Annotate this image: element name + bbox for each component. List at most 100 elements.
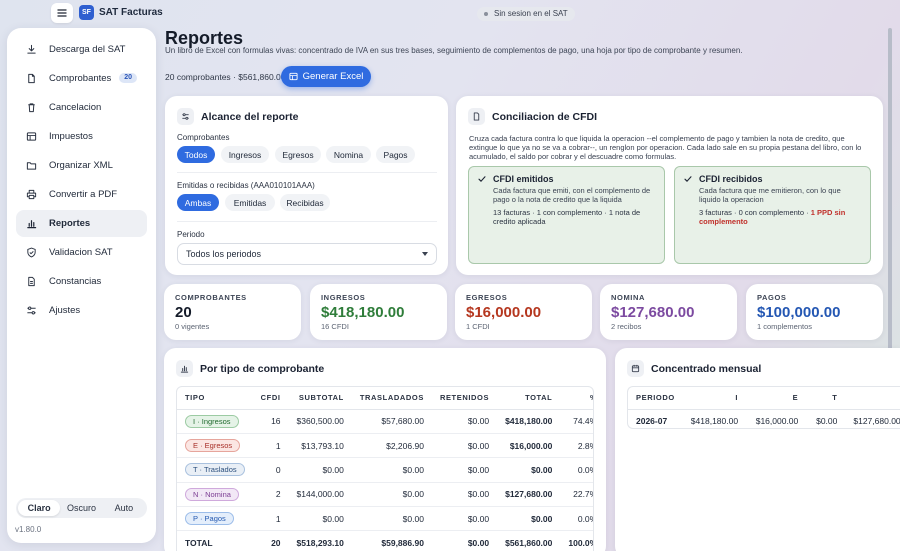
subtotal-cell: $13,793.10 (288, 433, 352, 459)
filter-chip-egresos[interactable]: Egresos (275, 146, 321, 163)
page-subtitle: Un libro de Excel con formulas vivas: co… (165, 46, 743, 55)
shield-check-icon (27, 247, 36, 258)
pct-cell: 0.0% (560, 506, 593, 532)
generate-excel-label: Generar Excel (302, 71, 364, 82)
sidebar-item-descarga[interactable]: Descarga del SAT (16, 36, 147, 63)
trasladados-cell: $59,886.90 (381, 538, 424, 549)
filter-chip-ambas[interactable]: Ambas (177, 194, 219, 211)
sidebar-item-reportes[interactable]: Reportes (16, 210, 147, 237)
sidebar-item-constancias[interactable]: Constancias (16, 268, 147, 295)
extra-cell: $127,680.00 (853, 416, 900, 427)
e-cell: $16,000.00 (755, 416, 799, 427)
t-cell: $0.00 (816, 416, 838, 427)
retenidos-cell: $0.00 (431, 433, 498, 459)
column-header: RETENIDOS (431, 387, 498, 410)
filter-chip-emitidas[interactable]: Emitidas (225, 194, 275, 211)
sidebar-item-label: Ajustes (49, 305, 81, 316)
sidebar-item-label: Validacion SAT (49, 247, 113, 258)
por-tipo-title: Por tipo de comprobante (200, 362, 325, 375)
table-icon (26, 132, 37, 141)
app-version: v1.80.0 (15, 525, 42, 534)
total-cell: $418,180.00 (497, 409, 561, 434)
tipo-cell: I · Ingresos (177, 409, 253, 434)
sidebar-item-validacion-sat[interactable]: Validacion SAT (16, 239, 147, 266)
column-header: TOTAL (497, 387, 561, 410)
theme-option-auto[interactable]: Auto (103, 500, 145, 516)
pct-cell: 22.7% (560, 482, 593, 508)
table-row[interactable]: E · Egresos 1 $13,793.10 $2,206.90 $0.00… (177, 433, 593, 459)
column-header: CFDI (252, 387, 289, 410)
column-header-extra (845, 387, 900, 410)
calendar-icon (627, 360, 644, 377)
sidebar-item-ajustes[interactable]: Ajustes (16, 297, 147, 324)
cfdi-recibidos-title: CFDI recibidos (699, 174, 763, 184)
tipo-pill: N · Nomina (185, 487, 239, 501)
column-header: SUBTOTAL (288, 387, 352, 410)
sidebar-item-label: Descarga del SAT (49, 44, 126, 55)
mensual-header: Concentrado mensual (627, 360, 761, 377)
periodo-select[interactable]: Todos los periodos (177, 243, 437, 265)
divider (177, 172, 437, 173)
table-row[interactable]: N · Nomina 2 $144,000.00 $0.00 $0.00 $12… (177, 482, 593, 508)
stat-value: $127,680.00 (611, 304, 695, 321)
cfdi-recibidos-stat-text: 3 facturas · 0 con complemento · (699, 208, 811, 217)
folder-icon (26, 162, 37, 170)
menu-toggle-button[interactable] (51, 3, 73, 23)
filter-chip-ingresos[interactable]: Ingresos (221, 146, 269, 163)
por-tipo-table: TIPO CFDI SUBTOTAL TRASLADADOS RETENIDOS… (177, 387, 593, 551)
sidebar-item-organizar-xml[interactable]: Organizar XML (16, 152, 147, 179)
pct-cell: 0.0% (560, 457, 593, 483)
column-header: TIPO (177, 387, 253, 410)
check-icon (684, 176, 692, 182)
subtotal-cell: $144,000.00 (288, 482, 352, 508)
subtotal-cell: $0.00 (288, 506, 352, 532)
alcance-header: Alcance del reporte (177, 108, 298, 125)
sidebar-item-impuestos[interactable]: Impuestos (16, 123, 147, 150)
cfdi-recibidos-text: Cada factura que me emitieron, con lo qu… (699, 186, 841, 204)
subtotal-cell: $360,500.00 (288, 409, 352, 434)
table-row[interactable]: I · Ingresos 16 $360,500.00 $57,680.00 $… (177, 409, 593, 434)
sidebar-item-cancelacion[interactable]: Cancelacion (16, 94, 147, 121)
cfdi-emitidos-text: Cada factura que emiti, con el complemen… (493, 186, 651, 204)
alcance-title: Alcance del reporte (201, 110, 299, 123)
session-status-text: Sin sesion en el SAT (494, 9, 568, 18)
tipo-cell: N · Nomina (177, 482, 253, 508)
theme-option-claro[interactable]: Claro (18, 500, 61, 516)
sliders-icon (27, 306, 36, 315)
file-text-icon (28, 276, 35, 287)
hamburger-icon (57, 9, 67, 17)
generate-excel-button[interactable]: Generar Excel (281, 66, 371, 87)
stat-label: INGRESOS (321, 293, 366, 302)
filter-chip-pagos[interactable]: Pagos (376, 146, 415, 163)
filter-chip-recibidas[interactable]: Recibidas (280, 194, 330, 211)
cfdi-emitidos-option[interactable]: CFDI emitidos Cada factura que emiti, co… (468, 166, 665, 264)
table-row[interactable]: 2026-07 $418,180.00 $16,000.00 $0.00 $12… (628, 409, 900, 428)
session-status-badge[interactable]: Sin sesion en el SAT (477, 7, 575, 21)
table-row[interactable]: P · Pagos 1 $0.00 $0.00 $0.00 $0.00 0.0% (177, 506, 593, 532)
cfdi-cell: 1 (252, 506, 289, 532)
app-logo: SF (79, 5, 94, 20)
pct-cell: 100.0% (568, 538, 593, 549)
filter-chip-nomina[interactable]: Nomina (326, 146, 371, 163)
sidebar-item-convertir-pdf[interactable]: Convertir a PDF (16, 181, 147, 208)
total-cell: $0.00 (497, 506, 561, 532)
column-header: T (806, 387, 846, 410)
stat-subtext: 1 complementos (757, 322, 813, 331)
app-title: SAT Facturas (99, 7, 163, 18)
alcance-card: Alcance del reporte Comprobantes Todos I… (165, 96, 448, 275)
table-header-row: PERIODO I E T (628, 387, 900, 410)
divider (177, 221, 437, 222)
trash-icon (28, 103, 35, 113)
check-icon (478, 176, 486, 182)
table-row[interactable]: T · Traslados 0 $0.00 $0.00 $0.00 $0.00 … (177, 457, 593, 483)
cfdi-cell: 2 (252, 482, 289, 508)
table-header-row: TIPO CFDI SUBTOTAL TRASLADADOS RETENIDOS… (177, 387, 593, 410)
por-tipo-table-wrap: TIPO CFDI SUBTOTAL TRASLADADOS RETENIDOS… (176, 386, 594, 551)
retenidos-cell: $0.00 (431, 457, 498, 483)
retenidos-cell: $0.00 (431, 506, 498, 532)
sliders-icon (177, 108, 194, 125)
sidebar-item-comprobantes[interactable]: Comprobantes 20 (16, 65, 147, 92)
filter-chip-todos[interactable]: Todos (177, 146, 215, 163)
theme-option-oscuro[interactable]: Oscuro (60, 500, 102, 516)
cfdi-recibidos-option[interactable]: CFDI recibidos Cada factura que me emiti… (674, 166, 871, 264)
